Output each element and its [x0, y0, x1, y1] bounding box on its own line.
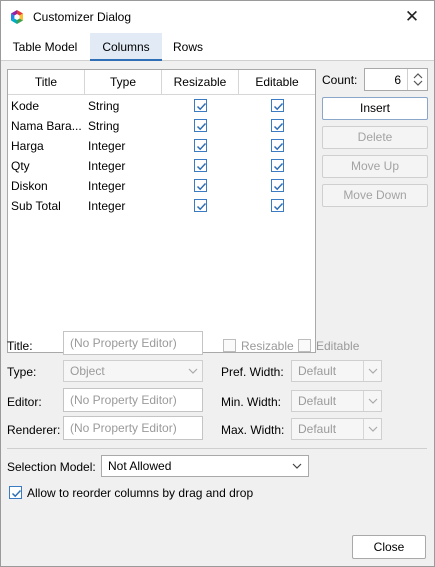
- tab-table-model[interactable]: Table Model: [5, 33, 85, 61]
- editor-label: Editor:: [7, 395, 42, 409]
- type-value: Object: [70, 364, 105, 378]
- cell-title: Sub Total: [11, 199, 61, 213]
- cell-type: String: [88, 119, 120, 133]
- tab-rows[interactable]: Rows: [166, 33, 210, 61]
- editable-label: Editable: [316, 339, 360, 353]
- min-width-combo[interactable]: Default: [291, 390, 382, 412]
- close-icon[interactable]: ✕: [399, 5, 425, 29]
- pref-width-label: Pref. Width:: [221, 365, 284, 379]
- type-label: Type:: [7, 365, 37, 379]
- cell-type: Integer: [88, 199, 126, 213]
- cell-type: Integer: [88, 139, 126, 153]
- columns-table[interactable]: Title Type Resizable Editable Kode String…: [7, 69, 316, 353]
- resizable-checkbox[interactable]: [223, 339, 236, 352]
- count-label: Count:: [322, 73, 358, 87]
- max-width-combo[interactable]: Default: [291, 418, 382, 440]
- tab-columns[interactable]: Columns: [90, 33, 162, 61]
- resizable-check-icon[interactable]: [194, 179, 207, 192]
- pref-width-value: Default: [298, 364, 337, 378]
- cell-type: Integer: [88, 179, 126, 193]
- cell-title: Harga: [11, 139, 44, 153]
- columns-panel: Title Type Resizable Editable Kode String…: [1, 62, 434, 566]
- pref-width-combo[interactable]: Default: [291, 360, 382, 382]
- title-label: Title:: [7, 339, 33, 353]
- editable-check-icon[interactable]: [271, 179, 284, 192]
- tab-bar: Table Model Columns Rows: [1, 33, 434, 61]
- section-divider: [7, 448, 427, 449]
- delete-button[interactable]: Delete: [322, 126, 428, 149]
- cell-type: Integer: [88, 159, 126, 173]
- cell-type: String: [88, 99, 120, 113]
- resizable-check-icon[interactable]: [194, 119, 207, 132]
- cell-title: Diskon: [11, 179, 48, 193]
- count-value: 6: [394, 73, 401, 87]
- resizable-check-icon[interactable]: [194, 199, 207, 212]
- reorder-label: Allow to reorder columns by drag and dro…: [27, 486, 254, 500]
- editable-check-icon[interactable]: [271, 159, 284, 172]
- selection-model-value: Not Allowed: [108, 459, 172, 473]
- table-row[interactable]: Sub Total Integer: [8, 196, 315, 216]
- cell-title: Qty: [11, 159, 30, 173]
- table-row[interactable]: Diskon Integer: [8, 176, 315, 196]
- title-field[interactable]: (No Property Editor): [63, 331, 203, 355]
- editor-field[interactable]: (No Property Editor): [63, 388, 203, 412]
- editable-check-icon[interactable]: [271, 99, 284, 112]
- close-button[interactable]: Close: [352, 535, 426, 559]
- selection-model-label: Selection Model:: [7, 460, 96, 474]
- reorder-checkbox[interactable]: [9, 486, 22, 499]
- selection-model-select[interactable]: Not Allowed: [101, 455, 309, 477]
- editable-checkbox[interactable]: [298, 339, 311, 352]
- window-title: Customizer Dialog: [33, 10, 132, 24]
- chevron-down-icon: [363, 391, 381, 411]
- insert-button[interactable]: Insert: [322, 97, 428, 120]
- chevron-down-icon: [184, 361, 202, 381]
- editable-check-icon[interactable]: [271, 119, 284, 132]
- max-width-value: Default: [298, 422, 337, 436]
- title-bar: Customizer Dialog ✕: [1, 1, 434, 33]
- spinner-arrows-icon[interactable]: [407, 69, 427, 90]
- min-width-label: Min. Width:: [221, 395, 282, 409]
- move-up-button[interactable]: Move Up: [322, 155, 428, 178]
- chevron-down-icon: [363, 419, 381, 439]
- min-width-value: Default: [298, 394, 337, 408]
- column-header-resizable[interactable]: Resizable: [162, 70, 239, 95]
- table-row[interactable]: Kode String: [8, 96, 315, 116]
- editable-check-icon[interactable]: [271, 199, 284, 212]
- resizable-check-icon[interactable]: [194, 159, 207, 172]
- count-spinner[interactable]: 6: [364, 68, 428, 91]
- cell-title: Kode: [11, 99, 40, 113]
- editable-check-icon[interactable]: [271, 139, 284, 152]
- table-row[interactable]: Harga Integer: [8, 136, 315, 156]
- chevron-down-icon: [290, 456, 304, 476]
- renderer-field[interactable]: (No Property Editor): [63, 416, 203, 440]
- chevron-down-icon: [363, 361, 381, 381]
- renderer-label: Renderer:: [7, 423, 61, 437]
- customizer-dialog-window: Customizer Dialog ✕ Table Model Columns …: [0, 0, 435, 567]
- table-header: Title Type Resizable Editable: [8, 70, 315, 95]
- column-header-title[interactable]: Title: [8, 70, 85, 95]
- move-down-button[interactable]: Move Down: [322, 184, 428, 207]
- table-row[interactable]: Nama Bara... String: [8, 116, 315, 136]
- type-combo[interactable]: Object: [63, 360, 203, 382]
- table-row[interactable]: Qty Integer: [8, 156, 315, 176]
- column-header-type[interactable]: Type: [85, 70, 162, 95]
- column-header-editable[interactable]: Editable: [239, 70, 315, 95]
- app-logo-icon: [9, 9, 25, 25]
- resizable-check-icon[interactable]: [194, 139, 207, 152]
- resizable-label: Resizable: [241, 339, 294, 353]
- max-width-label: Max. Width:: [221, 423, 285, 437]
- resizable-check-icon[interactable]: [194, 99, 207, 112]
- cell-title: Nama Bara...: [11, 119, 82, 133]
